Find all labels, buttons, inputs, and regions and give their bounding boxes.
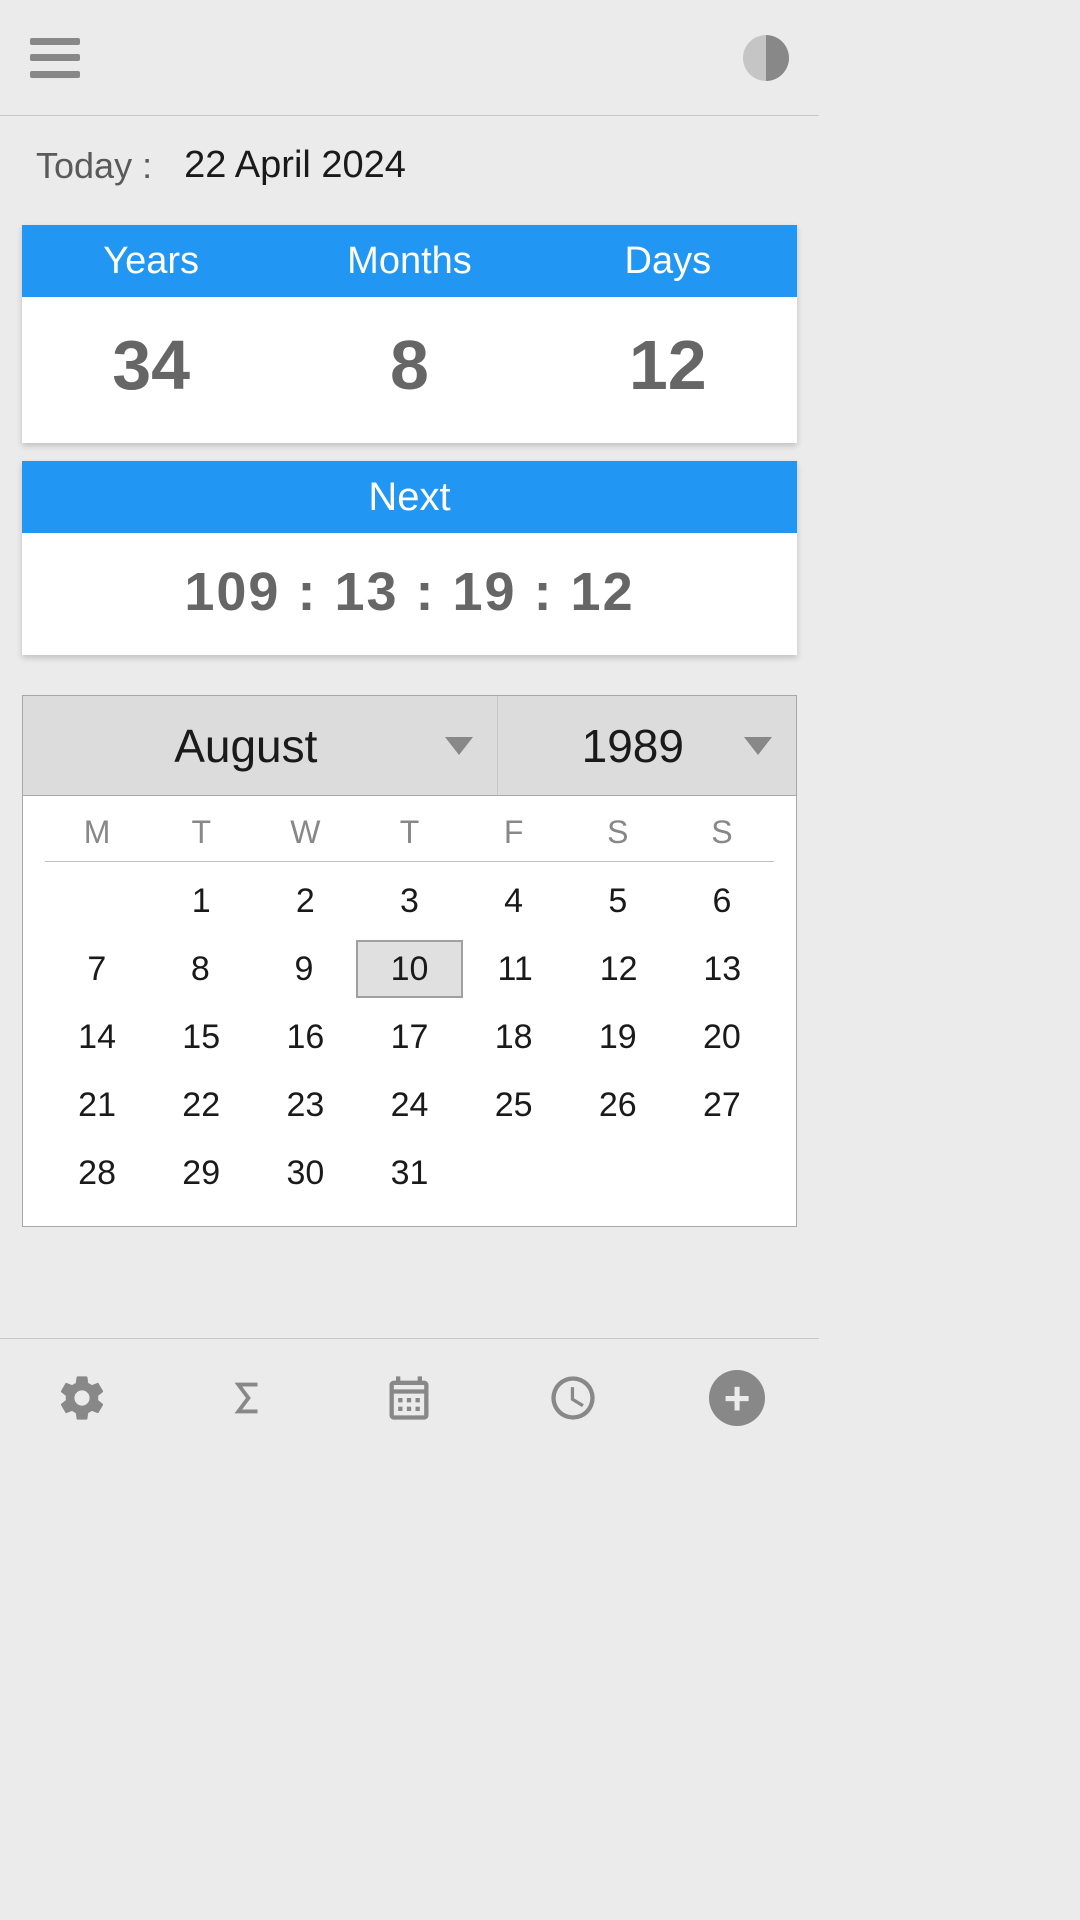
date-cell[interactable]: 5 — [566, 872, 670, 930]
age-card: Years Months Days 34 8 12 — [22, 225, 797, 443]
year-selector[interactable]: 1989 — [498, 696, 796, 795]
date-cell[interactable]: 27 — [670, 1076, 774, 1134]
app-header — [0, 0, 819, 116]
date-cell[interactable]: 16 — [253, 1008, 357, 1066]
next-header: Next — [22, 461, 797, 533]
calendar-header: August 1989 — [23, 696, 796, 796]
months-header: Months — [280, 240, 538, 283]
days-value: 12 — [539, 325, 797, 405]
theme-toggle-icon[interactable] — [743, 35, 789, 81]
sigma-icon[interactable] — [218, 1370, 274, 1426]
chevron-down-icon — [744, 737, 772, 755]
date-cell[interactable]: 4 — [462, 872, 566, 930]
menu-icon[interactable] — [30, 38, 80, 78]
dates-grid: 1234567891011121314151617181920212223242… — [45, 862, 774, 1202]
calendar: August 1989 MTWTFSS 12345678910111213141… — [22, 695, 797, 1227]
weekday-label: S — [670, 814, 774, 851]
date-cell[interactable]: 20 — [670, 1008, 774, 1066]
today-row: Today : 22 April 2024 — [0, 116, 819, 207]
dates-row: 21222324252627 — [45, 1076, 774, 1134]
dates-row: 14151617181920 — [45, 1008, 774, 1066]
chevron-down-icon — [445, 737, 473, 755]
date-cell[interactable]: 9 — [252, 940, 356, 998]
date-cell[interactable]: 22 — [149, 1076, 253, 1134]
age-body: 34 8 12 — [22, 297, 797, 443]
date-cell[interactable]: 19 — [566, 1008, 670, 1066]
date-cell[interactable]: 14 — [45, 1008, 149, 1066]
bottom-nav — [0, 1338, 819, 1456]
month-label: August — [47, 719, 445, 773]
date-cell[interactable]: 7 — [45, 940, 149, 998]
today-date: 22 April 2024 — [184, 144, 406, 187]
weekday-label: T — [357, 814, 461, 851]
date-cell — [462, 1144, 566, 1202]
age-header: Years Months Days — [22, 225, 797, 297]
date-cell[interactable]: 30 — [253, 1144, 357, 1202]
next-card: Next 109 : 13 : 19 : 12 — [22, 461, 797, 655]
date-cell[interactable]: 10 — [356, 940, 464, 998]
today-label: Today : — [36, 145, 152, 187]
years-header: Years — [22, 240, 280, 283]
date-cell[interactable]: 17 — [357, 1008, 461, 1066]
dates-row: 78910111213 — [45, 940, 774, 998]
calendar-body: MTWTFSS 12345678910111213141516171819202… — [23, 796, 796, 1226]
date-cell[interactable]: 1 — [149, 872, 253, 930]
month-selector[interactable]: August — [23, 696, 498, 795]
date-cell[interactable]: 21 — [45, 1076, 149, 1134]
years-value: 34 — [22, 325, 280, 405]
date-cell[interactable]: 24 — [357, 1076, 461, 1134]
clock-icon[interactable] — [545, 1370, 601, 1426]
weekday-label: S — [566, 814, 670, 851]
date-cell[interactable]: 6 — [670, 872, 774, 930]
date-cell — [670, 1144, 774, 1202]
date-cell[interactable]: 31 — [357, 1144, 461, 1202]
date-cell[interactable]: 13 — [670, 940, 774, 998]
date-cell[interactable]: 23 — [253, 1076, 357, 1134]
date-cell — [566, 1144, 670, 1202]
date-cell[interactable]: 3 — [357, 872, 461, 930]
dates-row: 123456 — [45, 872, 774, 930]
date-cell[interactable]: 2 — [253, 872, 357, 930]
add-button[interactable] — [709, 1370, 765, 1426]
weekday-label: W — [253, 814, 357, 851]
countdown-value: 109 : 13 : 19 : 12 — [22, 533, 797, 655]
date-cell[interactable]: 12 — [567, 940, 671, 998]
settings-icon[interactable] — [54, 1370, 110, 1426]
days-header: Days — [539, 240, 797, 283]
date-cell[interactable]: 15 — [149, 1008, 253, 1066]
date-cell[interactable]: 28 — [45, 1144, 149, 1202]
date-cell[interactable]: 18 — [462, 1008, 566, 1066]
weekday-label: M — [45, 814, 149, 851]
date-cell[interactable]: 29 — [149, 1144, 253, 1202]
year-label: 1989 — [522, 719, 744, 773]
date-cell[interactable]: 8 — [149, 940, 253, 998]
calendar-icon[interactable] — [381, 1370, 437, 1426]
date-cell — [45, 872, 149, 930]
date-cell[interactable]: 26 — [566, 1076, 670, 1134]
dates-row: 28293031 — [45, 1144, 774, 1202]
plus-icon — [709, 1370, 765, 1426]
weekdays-row: MTWTFSS — [45, 814, 774, 862]
weekday-label: F — [462, 814, 566, 851]
months-value: 8 — [280, 325, 538, 405]
date-cell[interactable]: 25 — [462, 1076, 566, 1134]
weekday-label: T — [149, 814, 253, 851]
date-cell[interactable]: 11 — [463, 940, 567, 998]
